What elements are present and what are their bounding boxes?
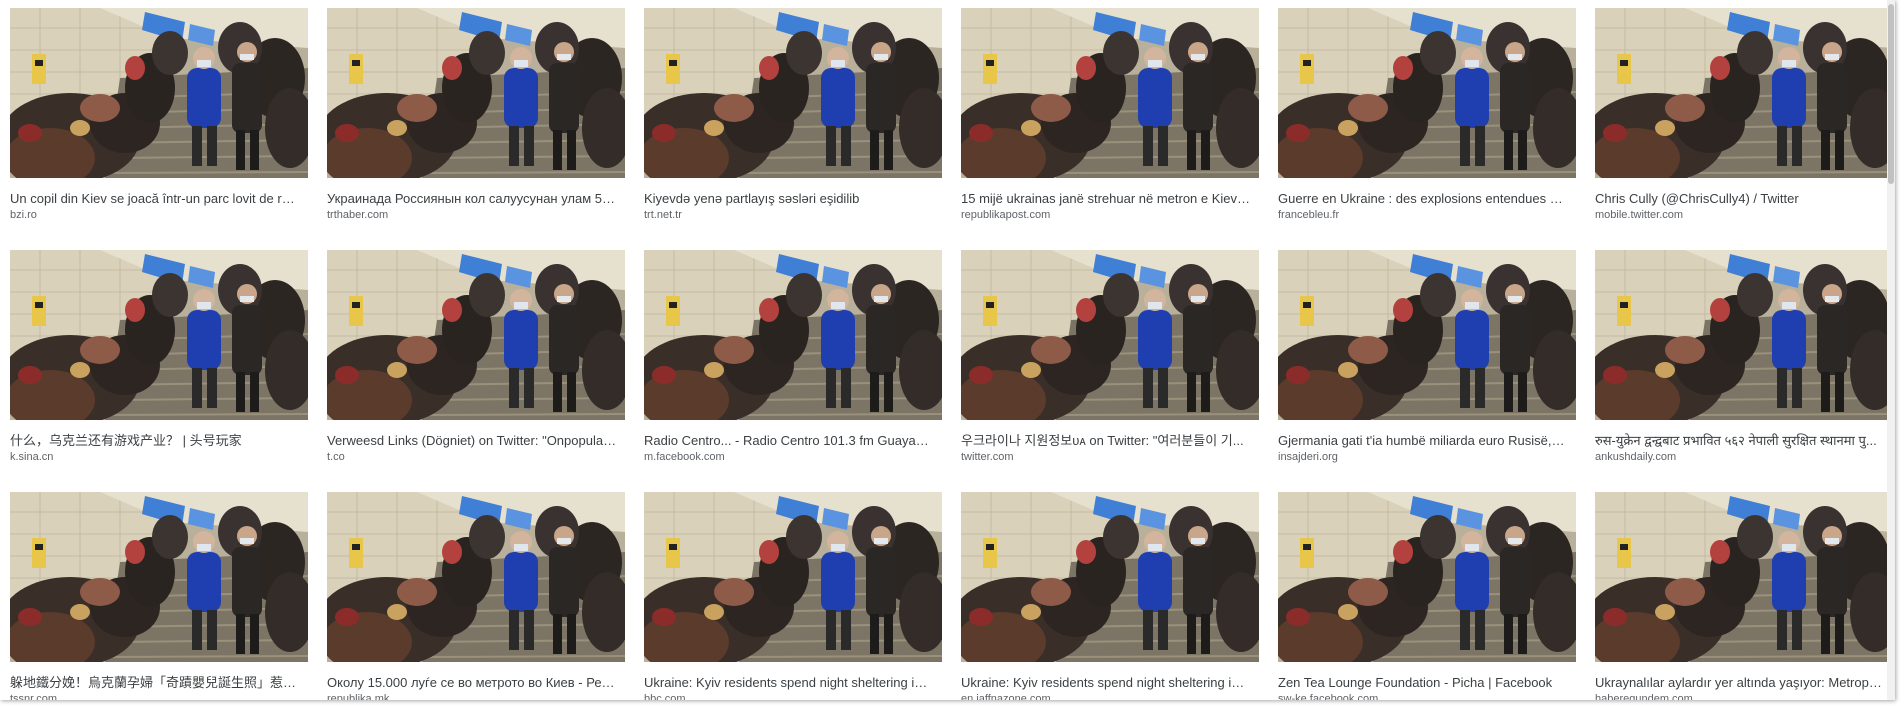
result-title[interactable]: Gjermania gati t'ia humbë miliarda euro … [1278, 433, 1568, 449]
result-title[interactable]: 什么，乌克兰还有游戏产业？ | 头号玩家 [10, 433, 300, 449]
result-thumbnail[interactable] [327, 492, 625, 662]
result-thumbnail[interactable] [327, 250, 625, 420]
result-domain: republikapost.com [961, 209, 1051, 221]
result-title[interactable]: 15 mijë ukrainas janë strehuar në metron… [961, 191, 1251, 207]
image-result-card[interactable]: 什么，乌克兰还有游戏产业？ | 头号玩家 k.sina.cn [10, 250, 308, 472]
result-thumbnail[interactable] [961, 250, 1259, 420]
result-title[interactable]: 우크라이나 지원정보ᴜᴀ on Twitter: "여러분들이 기... [961, 433, 1251, 449]
result-title[interactable]: Околу 15.000 луѓе се во метрото во Киев … [327, 675, 617, 691]
image-result-card[interactable]: Un copil din Kiev se joacă într-un parc … [10, 8, 308, 230]
image-results-panel: Un copil din Kiev se joacă într-un parc … [0, 0, 1895, 700]
image-result-card[interactable]: Ukraine: Kyiv residents spend night shel… [961, 492, 1259, 700]
result-thumbnail[interactable] [10, 492, 308, 662]
result-title[interactable]: Kiyevdə yenə partlayış səsləri eşidilib [644, 191, 934, 207]
result-title[interactable]: Ukraine: Kyiv residents spend night shel… [961, 675, 1251, 691]
result-domain: twitter.com [961, 451, 1014, 463]
image-results-grid: Un copil din Kiev se joacă într-un parc … [10, 8, 1893, 700]
result-thumbnail[interactable] [327, 8, 625, 178]
result-domain: francebleu.fr [1278, 209, 1340, 221]
result-title[interactable]: Украинада Россиянын кол салуусунан улам … [327, 191, 617, 207]
result-domain: sw-ke.facebook.com [1278, 693, 1379, 700]
result-domain: en.jaffnazone.com [961, 693, 1051, 700]
image-result-card[interactable]: Околу 15.000 луѓе се во метрото во Киев … [327, 492, 625, 700]
image-result-card[interactable]: 우크라이나 지원정보ᴜᴀ on Twitter: "여러분들이 기... twi… [961, 250, 1259, 472]
result-title[interactable]: Ukraine: Kyiv residents spend night shel… [644, 675, 934, 691]
result-title[interactable]: Chris Cully (@ChrisCully4) / Twitter [1595, 191, 1885, 207]
result-title[interactable]: Ukraynalılar aylardır yer altında yaşıyo… [1595, 675, 1885, 691]
result-thumbnail[interactable] [644, 8, 942, 178]
image-result-card[interactable]: रुस-युक्रेन द्वन्द्वबाट प्रभावित ५६२ नेप… [1595, 250, 1893, 472]
result-thumbnail[interactable] [1278, 8, 1576, 178]
result-domain: t.co [327, 451, 345, 463]
result-thumbnail[interactable] [961, 8, 1259, 178]
image-result-card[interactable]: Guerre en Ukraine : des explosions enten… [1278, 8, 1576, 230]
result-thumbnail[interactable] [1595, 492, 1893, 662]
image-result-card[interactable]: Zen Tea Lounge Foundation - Picha | Face… [1278, 492, 1576, 700]
scrollbar-thumb[interactable] [1888, 4, 1894, 184]
image-result-card[interactable]: Ukraynalılar aylardır yer altında yaşıyo… [1595, 492, 1893, 700]
result-domain: m.facebook.com [644, 451, 725, 463]
vertical-scrollbar[interactable] [1887, 0, 1895, 700]
image-result-card[interactable]: Chris Cully (@ChrisCully4) / Twitter mob… [1595, 8, 1893, 230]
result-thumbnail[interactable] [1595, 250, 1893, 420]
result-domain: mobile.twitter.com [1595, 209, 1684, 221]
image-result-card[interactable]: Ukraine: Kyiv residents spend night shel… [644, 492, 942, 700]
result-thumbnail[interactable] [961, 492, 1259, 662]
result-title[interactable]: Guerre en Ukraine : des explosions enten… [1278, 191, 1568, 207]
result-thumbnail[interactable] [10, 250, 308, 420]
result-domain: trthaber.com [327, 209, 389, 221]
result-domain: bzi.ro [10, 209, 37, 221]
image-result-card[interactable]: Украинада Россиянын кол салуусунан улам … [327, 8, 625, 230]
result-thumbnail[interactable] [644, 250, 942, 420]
result-thumbnail[interactable] [1278, 492, 1576, 662]
result-thumbnail[interactable] [644, 492, 942, 662]
result-title[interactable]: Radio Centro... - Radio Centro 101.3 fm … [644, 433, 934, 449]
image-result-card[interactable]: 15 mijë ukrainas janë strehuar në metron… [961, 8, 1259, 230]
result-domain: k.sina.cn [10, 451, 54, 463]
result-title[interactable]: Verweesd Links (Dögniet) on Twitter: "On… [327, 433, 617, 449]
image-result-card[interactable]: Radio Centro... - Radio Centro 101.3 fm … [644, 250, 942, 472]
image-result-card[interactable]: Kiyevdə yenə partlayış səsləri eşidilib … [644, 8, 942, 230]
image-result-card[interactable]: 躲地鐵分娩！烏克蘭孕婦「奇蹟嬰兒誕生照」惹哭網... tssnr.com [10, 492, 308, 700]
result-title[interactable]: Un copil din Kiev se joacă într-un parc … [10, 191, 300, 207]
result-thumbnail[interactable] [10, 8, 308, 178]
result-title[interactable]: रुस-युक्रेन द्वन्द्वबाट प्रभावित ५६२ नेप… [1595, 433, 1885, 449]
result-thumbnail[interactable] [1278, 250, 1576, 420]
result-domain: tssnr.com [10, 693, 58, 700]
result-domain: ankushdaily.com [1595, 451, 1677, 463]
result-domain: haberegundem.com [1595, 693, 1693, 700]
image-result-card[interactable]: Gjermania gati t'ia humbë miliarda euro … [1278, 250, 1576, 472]
result-domain: republika.mk [327, 693, 390, 700]
result-domain: insajderi.org [1278, 451, 1338, 463]
result-domain: trt.net.tr [644, 209, 682, 221]
result-title[interactable]: 躲地鐵分娩！烏克蘭孕婦「奇蹟嬰兒誕生照」惹哭網... [10, 675, 300, 691]
result-title[interactable]: Zen Tea Lounge Foundation - Picha | Face… [1278, 675, 1568, 691]
image-result-card[interactable]: Verweesd Links (Dögniet) on Twitter: "On… [327, 250, 625, 472]
result-domain: bbc.com [644, 693, 686, 700]
result-thumbnail[interactable] [1595, 8, 1893, 178]
